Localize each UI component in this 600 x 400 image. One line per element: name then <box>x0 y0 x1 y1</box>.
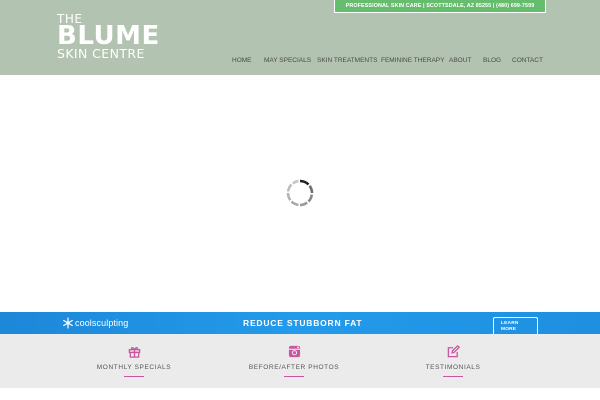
accent-underline <box>124 376 144 377</box>
nav-item-contact[interactable]: CONTACT <box>512 56 543 66</box>
edit-icon <box>447 345 460 358</box>
main-nav: HOME MAY SPECIALS SKIN TREATMENTS FEMINI… <box>0 56 600 66</box>
instagram-icon <box>288 345 300 358</box>
site-logo[interactable]: THE BLUME SKIN CENTRE <box>57 13 160 61</box>
snowflake-icon <box>63 317 73 329</box>
feature-links: MONTHLY SPECIALS BEFORE/AFTER PHOTOS TES… <box>0 334 600 388</box>
feature-label: MONTHLY SPECIALS <box>96 364 172 371</box>
feature-label: BEFORE/AFTER PHOTOS <box>248 364 340 371</box>
feature-testimonials[interactable]: TESTIMONIALS <box>393 345 513 377</box>
nav-item-blog[interactable]: BLOG <box>483 56 501 66</box>
accent-underline <box>284 376 304 377</box>
nav-item-about[interactable]: ABOUT <box>449 56 471 66</box>
nav-item-may-specials[interactable]: MAY SPECIALS <box>264 56 311 66</box>
feature-monthly-specials[interactable]: MONTHLY SPECIALS <box>74 345 194 377</box>
banner-headline: REDUCE STUBBORN FAT <box>243 318 363 328</box>
accent-underline <box>443 376 463 377</box>
nav-item-home[interactable]: HOME <box>232 56 252 66</box>
feature-label: TESTIMONIALS <box>425 364 481 371</box>
loading-spinner-icon <box>286 179 314 207</box>
nav-item-feminine-therapy[interactable]: FEMININE THERAPY <box>381 56 444 66</box>
contact-info-bar[interactable]: PROFESSIONAL SKIN CARE | SCOTTSDALE, AZ … <box>334 0 546 13</box>
learn-more-line2: MORE <box>501 327 517 332</box>
site-header: THE BLUME SKIN CENTRE PROFESSIONAL SKIN … <box>0 0 600 75</box>
logo-line-blume: BLUME <box>57 21 160 51</box>
learn-more-button[interactable]: LEARN MORE <box>493 317 538 334</box>
nav-item-skin-treatments[interactable]: SKIN TREATMENTS <box>317 56 377 66</box>
feature-before-after-photos[interactable]: BEFORE/AFTER PHOTOS <box>234 345 354 377</box>
gift-icon <box>128 347 140 358</box>
coolsculpting-brand-text: coolsculpting <box>75 318 129 328</box>
